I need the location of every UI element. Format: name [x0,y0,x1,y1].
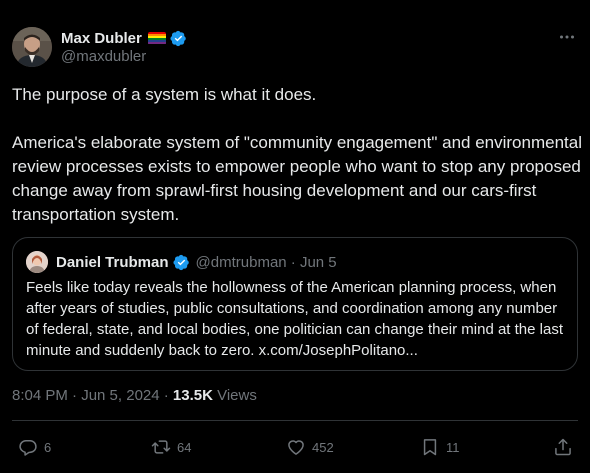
like-button[interactable]: 452 [286,436,334,458]
author-display-name[interactable]: Max Dubler [61,30,142,47]
quoted-tweet-text: Feels like today reveals the hollowness … [26,279,564,359]
retweet-icon [151,440,171,454]
more-options-button[interactable] [558,28,576,46]
author-handle[interactable]: @maxdubler [61,48,146,65]
retweet-count: 64 [177,439,192,455]
rainbow-flag-icon [147,31,166,45]
share-button[interactable] [553,436,573,458]
like-count: 452 [312,439,334,455]
author-avatar-image [12,27,52,67]
reply-icon [19,440,37,456]
views-count: 13.5K [172,387,213,404]
tweet: Max Dubler @maxdubler The purpose of a s… [0,0,590,473]
tweet-text: The purpose of a system is what it does.… [12,83,582,227]
reply-count: 6 [44,439,52,455]
bookmark-icon [423,439,437,456]
quoted-author-name: Daniel Trubman [56,253,169,271]
quoted-verified-badge-icon [172,254,189,270]
bookmark-button[interactable]: 11 [420,436,460,458]
divider [12,420,578,421]
heart-icon [288,440,304,455]
share-icon [555,438,571,456]
verified-badge-icon[interactable] [170,30,187,47]
bookmark-count: 11 [446,439,460,455]
quoted-author-handle-date: @dmtrubman · Jun 5 [195,253,337,271]
quoted-tweet[interactable]: Daniel Trubman @dmtrubman · Jun 5 Feels … [12,237,578,371]
quoted-avatar-image [26,251,48,273]
reply-button[interactable]: 6 [18,436,51,458]
author-avatar[interactable] [12,27,52,67]
more-dots-icon [560,35,574,39]
tweet-paragraph: The purpose of a system is what it does. [12,85,317,104]
quoted-author-avatar [26,251,48,273]
tweet-meta: 8:04 PM · Jun 5, 2024 · 13.5K Views [12,387,257,404]
views-label: Views [212,387,257,404]
retweet-button[interactable]: 64 [151,436,191,458]
tweet-timestamp[interactable]: 8:04 PM · Jun 5, 2024 · [12,387,173,404]
flag-stripe [147,42,166,45]
quoted-tweet-header: Daniel Trubman @dmtrubman · Jun 5 [26,251,337,273]
tweet-paragraph: America's elaborate system of "community… [12,133,582,224]
author-name-row: Max Dubler [61,28,187,48]
